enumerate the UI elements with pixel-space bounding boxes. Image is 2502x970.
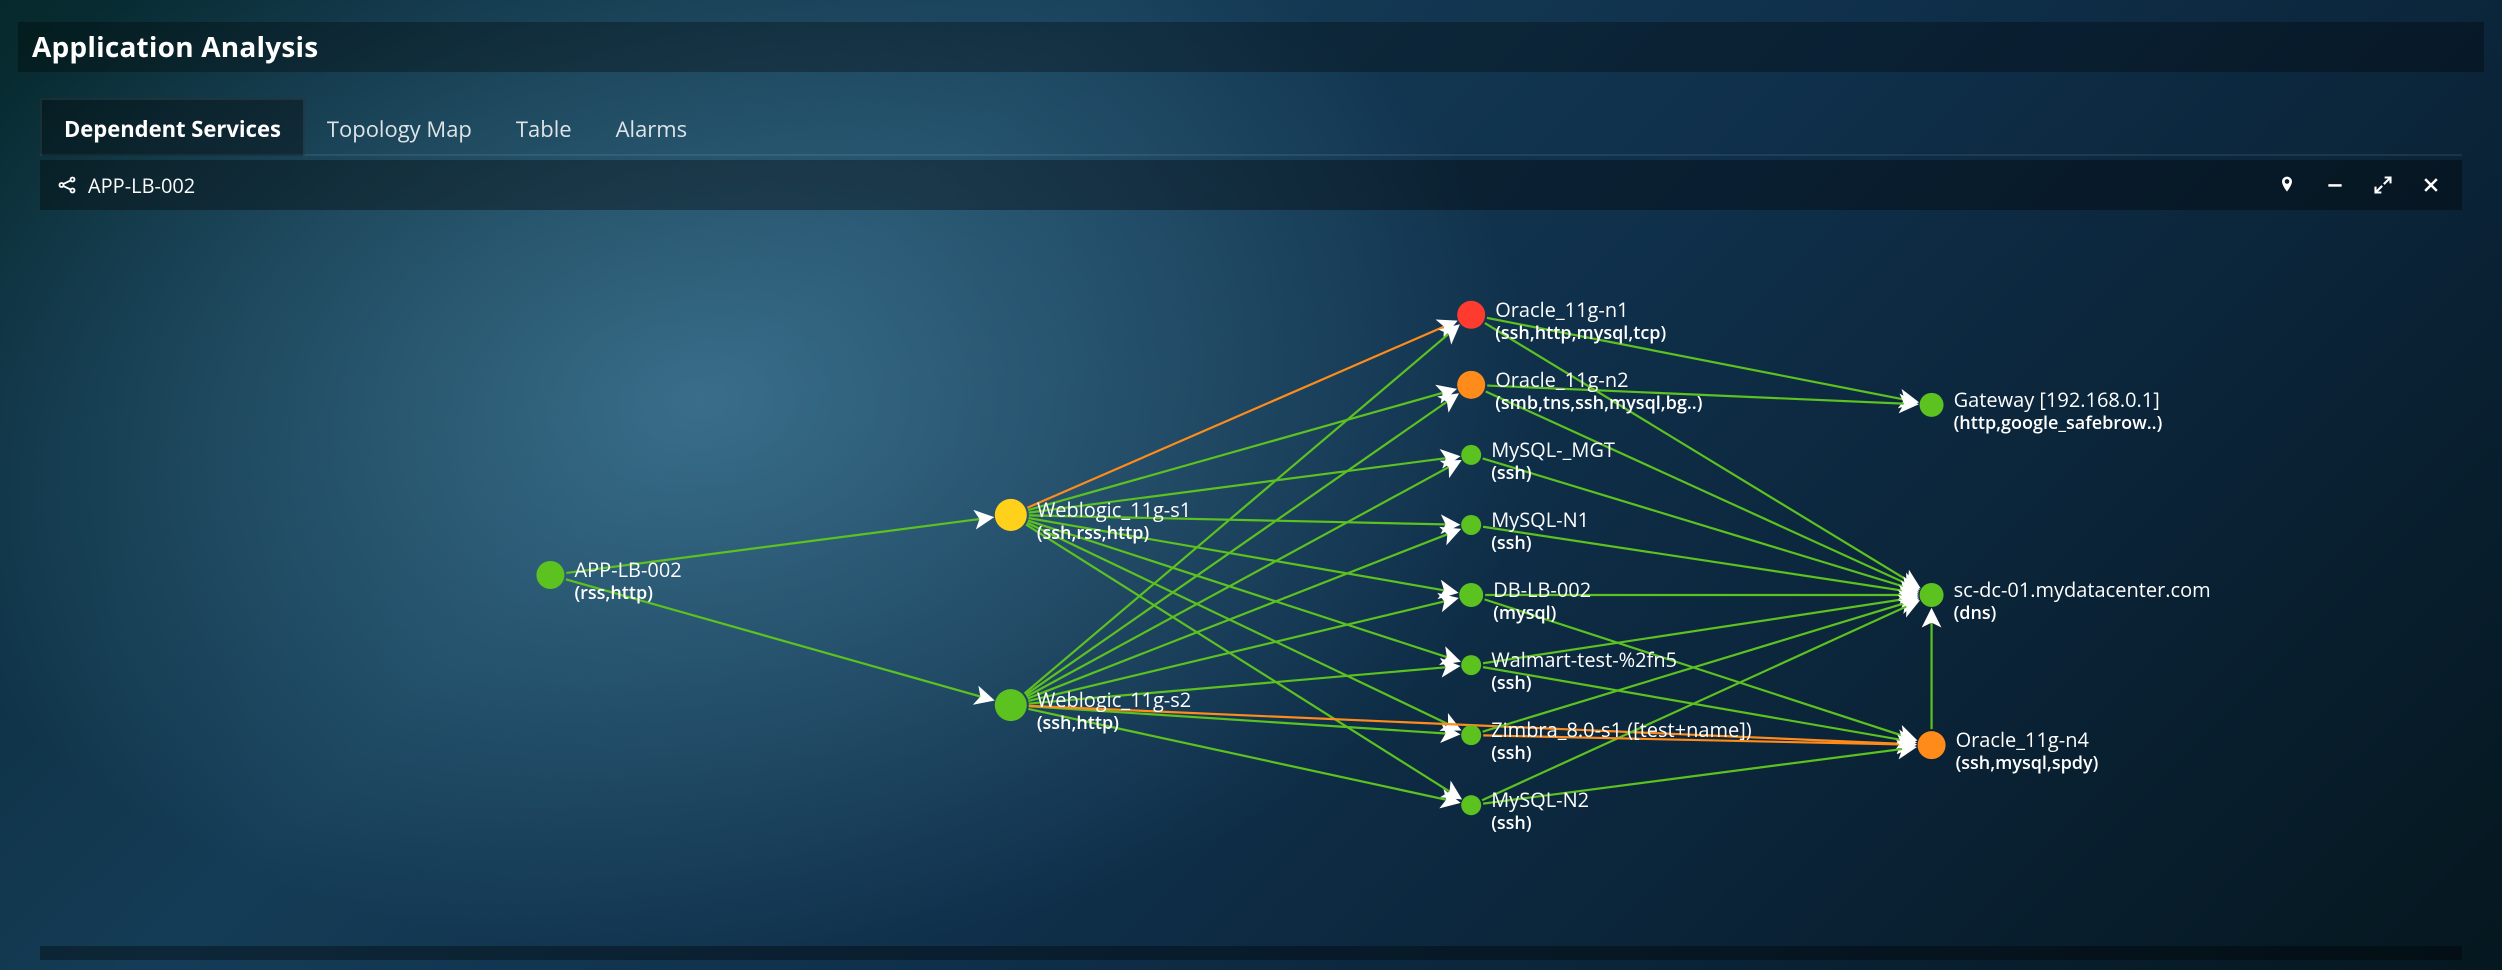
node-status-dot[interactable] xyxy=(536,561,564,589)
node-label: APP-LB-002 xyxy=(574,556,681,583)
node-protocols: (mysql) xyxy=(1493,601,1556,625)
tab-label: Table xyxy=(516,114,572,144)
topology-node[interactable]: DB-LB-002(mysql) xyxy=(1459,576,1591,625)
tab-label: Dependent Services xyxy=(64,114,281,144)
topology-node[interactable]: MySQL-_MGT(ssh) xyxy=(1461,436,1615,485)
topology-edge xyxy=(1028,390,1454,510)
topology-edge xyxy=(1027,322,1454,508)
node-label: Oracle_11g-n1 xyxy=(1495,296,1628,323)
tab-topology-map[interactable]: Topology Map xyxy=(305,100,494,156)
node-status-dot[interactable] xyxy=(1920,583,1944,607)
tab-dependent-services[interactable]: Dependent Services xyxy=(40,98,305,156)
topology-node[interactable]: APP-LB-002(rss,http) xyxy=(536,556,681,605)
node-protocols: (ssh) xyxy=(1491,811,1531,835)
topology-edge xyxy=(1482,602,1917,801)
topology-node[interactable]: sc-dc-01.mydatacenter.com(dns) xyxy=(1920,576,2211,625)
node-label: sc-dc-01.mydatacenter.com xyxy=(1954,576,2211,603)
node-label: MySQL-N1 xyxy=(1491,506,1589,533)
pin-icon[interactable] xyxy=(2272,170,2302,200)
node-protocols: (ssh) xyxy=(1491,741,1531,765)
tab-label: Topology Map xyxy=(327,114,472,144)
topology-node[interactable]: MySQL-N2(ssh) xyxy=(1461,786,1589,835)
topology-node[interactable]: Walmart-test-%2fn5(ssh) xyxy=(1461,646,1677,695)
node-protocols: (rss,http) xyxy=(574,581,652,605)
node-status-dot[interactable] xyxy=(1920,393,1944,417)
node-label: Weblogic_11g-s1 xyxy=(1037,496,1191,523)
tab-table[interactable]: Table xyxy=(494,100,594,156)
share-icon xyxy=(56,174,78,196)
tab-alarms[interactable]: Alarms xyxy=(594,100,710,156)
node-label: Gateway [192.168.0.1] xyxy=(1954,386,2160,413)
node-status-dot[interactable] xyxy=(1457,371,1485,399)
node-protocols: (ssh,http,mysql,tcp) xyxy=(1495,321,1666,345)
node-protocols: (dns) xyxy=(1954,601,1997,625)
tab-strip: Dependent Services Topology Map Table Alarm… xyxy=(40,96,2462,156)
node-status-dot[interactable] xyxy=(1461,515,1481,535)
panel-title: APP-LB-002 xyxy=(88,172,195,199)
node-label: Zimbra_8.0-s1 ([test+name]) xyxy=(1491,716,1752,743)
node-protocols: (ssh) xyxy=(1491,461,1531,485)
node-status-dot[interactable] xyxy=(1459,583,1483,607)
node-status-dot[interactable] xyxy=(995,499,1027,531)
topology-node[interactable]: Zimbra_8.0-s1 ([test+name])(ssh) xyxy=(1461,716,1752,765)
node-protocols: (smb,tns,ssh,mysql,bg..) xyxy=(1495,391,1702,415)
node-label: DB-LB-002 xyxy=(1493,576,1591,603)
expand-icon[interactable] xyxy=(2368,170,2398,200)
node-protocols: (ssh,mysql,spdy) xyxy=(1956,751,2099,775)
topology-edge xyxy=(1486,391,1917,588)
node-label: Oracle_11g-n2 xyxy=(1495,366,1628,393)
node-status-dot[interactable] xyxy=(1457,301,1485,329)
minimize-icon[interactable] xyxy=(2320,170,2350,200)
node-label: MySQL-N2 xyxy=(1491,786,1589,813)
title-bar: Application Analysis xyxy=(18,22,2484,72)
node-protocols: (http,google_safebrow..) xyxy=(1954,411,2163,435)
topology-node[interactable]: Oracle_11g-n1(ssh,http,mysql,tcp) xyxy=(1457,296,1666,345)
node-status-dot[interactable] xyxy=(1461,725,1481,745)
node-protocols: (ssh) xyxy=(1491,671,1531,695)
topology-node[interactable]: Oracle_11g-n2(smb,tns,ssh,mysql,bg..) xyxy=(1457,366,1702,415)
topology-node[interactable]: Weblogic_11g-s1(ssh,rss,http) xyxy=(995,496,1191,545)
node-protocols: (ssh,rss,http) xyxy=(1037,521,1149,545)
topology-canvas[interactable]: APP-LB-002(rss,http)Weblogic_11g-s1(ssh,… xyxy=(40,210,2462,940)
topology-node[interactable]: Oracle_11g-n4(ssh,mysql,spdy) xyxy=(1918,726,2099,775)
horizontal-scrollbar[interactable] xyxy=(40,946,2462,960)
close-icon[interactable] xyxy=(2416,170,2446,200)
topology-node[interactable]: Gateway [192.168.0.1](http,google_safebr… xyxy=(1920,386,2163,435)
node-status-dot[interactable] xyxy=(995,689,1027,721)
tab-label: Alarms xyxy=(616,114,688,144)
topology-node[interactable]: MySQL-N1(ssh) xyxy=(1461,506,1589,555)
node-status-dot[interactable] xyxy=(1461,795,1481,815)
topology-svg[interactable]: APP-LB-002(rss,http)Weblogic_11g-s1(ssh,… xyxy=(40,210,2462,940)
node-status-dot[interactable] xyxy=(1461,445,1481,465)
node-label: MySQL-_MGT xyxy=(1491,436,1615,463)
node-status-dot[interactable] xyxy=(1461,655,1481,675)
node-status-dot[interactable] xyxy=(1918,731,1946,759)
node-label: Weblogic_11g-s2 xyxy=(1037,686,1191,713)
node-protocols: (ssh) xyxy=(1491,531,1531,555)
topology-node[interactable]: Weblogic_11g-s2(ssh,http) xyxy=(995,686,1191,735)
page-title: Application Analysis xyxy=(32,28,318,66)
node-label: Walmart-test-%2fn5 xyxy=(1491,646,1677,673)
panel-header: APP-LB-002 xyxy=(40,160,2462,210)
node-protocols: (ssh,http) xyxy=(1037,711,1119,735)
node-label: Oracle_11g-n4 xyxy=(1956,726,2090,753)
